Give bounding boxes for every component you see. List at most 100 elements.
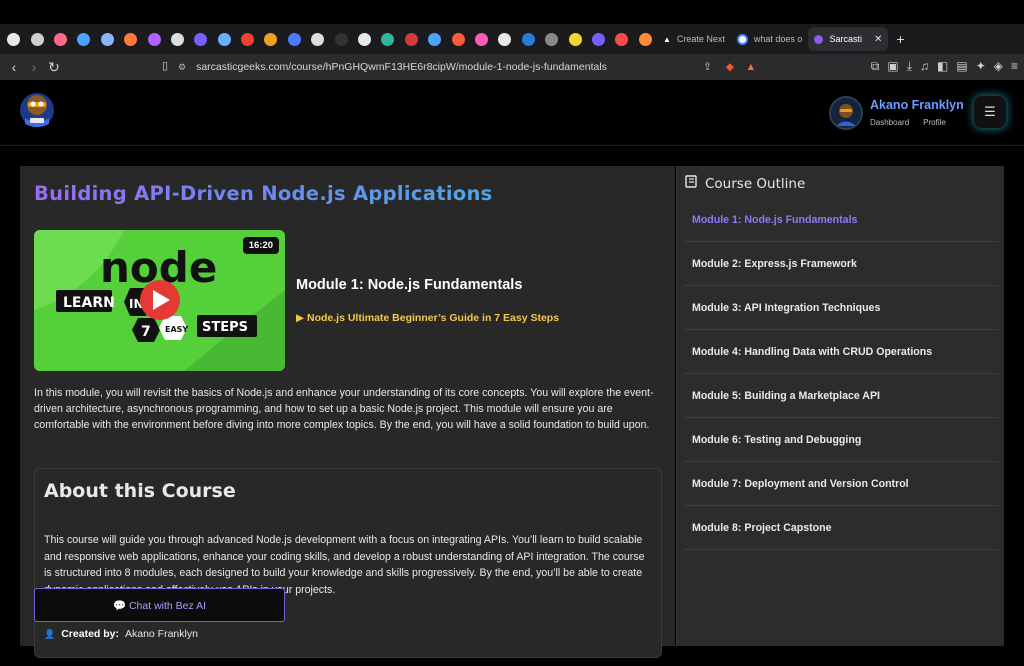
thumb-learn: LEARN (63, 295, 115, 311)
pinned-tab[interactable] (540, 27, 563, 51)
pinned-tab[interactable] (2, 27, 25, 51)
pinned-tab[interactable] (259, 27, 282, 51)
course-title: Building API-Driven Node.js Applications (34, 182, 493, 205)
tab-sarcastic-geeks[interactable]: Sarcasti ✕ (808, 27, 889, 51)
video-thumbnail[interactable]: node LEARN IN 7 EASY STEPS 16:20 (34, 230, 285, 371)
vpn-icon[interactable]: ◈ (994, 59, 1003, 74)
menu-button[interactable]: ☰ (974, 96, 1006, 128)
pinned-tab[interactable] (610, 27, 633, 51)
tab-create-next[interactable]: ▲ Create Next (657, 27, 731, 51)
tab-favicon-icon (521, 32, 535, 46)
book-icon (685, 175, 698, 192)
pinned-tab[interactable] (72, 27, 95, 51)
tab-label: Create Next (676, 34, 725, 44)
pinned-tab[interactable] (119, 27, 142, 51)
address-bar[interactable]: ⚙ sarcasticgeeks.com/course/hPnGHQwmF13H… (178, 58, 768, 76)
tab-favicon-icon (287, 32, 301, 46)
pinned-tab[interactable] (166, 27, 189, 51)
tab-favicon-icon (311, 32, 325, 46)
pinned-tab[interactable] (96, 27, 119, 51)
rewards-icon[interactable]: ▲ (746, 61, 756, 73)
forward-icon[interactable]: › (24, 59, 44, 75)
tab-favicon-icon (77, 32, 91, 46)
pinned-tab[interactable] (517, 27, 540, 51)
tab-favicon-icon (217, 32, 231, 46)
ai-icon[interactable]: ✦ (976, 59, 986, 74)
pinned-tab[interactable] (236, 27, 259, 51)
google-icon (736, 33, 748, 45)
module-item-2[interactable]: Module 2: Express.js Framework (684, 242, 998, 286)
url-text: sarcasticgeeks.com/course/hPnGHQwmF13HE6… (196, 61, 607, 73)
pinned-tab[interactable] (213, 27, 236, 51)
created-by: 👤 Created by: Akano Franklyn (44, 628, 198, 640)
reload-icon[interactable]: ↻ (44, 59, 64, 76)
main-content: Building API-Driven Node.js Applications… (20, 166, 675, 658)
new-tab-button[interactable]: + (896, 31, 904, 47)
pinned-tab[interactable] (587, 27, 610, 51)
pinned-tab[interactable] (353, 27, 376, 51)
tab-favicon-icon (30, 32, 44, 46)
download-icon[interactable]: ⤓ (907, 59, 912, 74)
dashboard-link[interactable]: Dashboard (870, 118, 909, 127)
tab-favicon-icon (7, 32, 21, 46)
tab-favicon-icon (147, 32, 161, 46)
user-name[interactable]: Akano Franklyn (870, 98, 964, 112)
module-item-6[interactable]: Module 6: Testing and Debugging (684, 418, 998, 462)
pinned-tab[interactable] (423, 27, 446, 51)
pinned-tab[interactable] (563, 27, 586, 51)
music-icon[interactable]: ♫ (920, 59, 929, 74)
pinned-tab[interactable] (470, 27, 493, 51)
course-outline: Course Outline Module 1: Node.js Fundame… (676, 166, 1004, 646)
pinned-tab[interactable] (493, 27, 516, 51)
site-logo[interactable] (16, 88, 58, 130)
site-settings-icon[interactable]: ⚙ (178, 62, 186, 73)
profile-link[interactable]: Profile (923, 118, 946, 127)
pinned-tab[interactable] (446, 27, 469, 51)
tab-favicon-icon (381, 32, 395, 46)
screenshot-icon[interactable]: ▣ (887, 59, 898, 74)
close-tab-icon[interactable]: ✕ (874, 34, 882, 45)
pinned-tab[interactable] (306, 27, 329, 51)
user-icon: 👤 (44, 628, 56, 639)
tab-favicon-icon (100, 32, 114, 46)
module-item-7[interactable]: Module 7: Deployment and Version Control (684, 462, 998, 506)
module-item-5[interactable]: Module 5: Building a Marketplace API (684, 374, 998, 418)
pinned-tab[interactable] (634, 27, 657, 51)
wallet-icon[interactable]: ▤ (956, 59, 967, 74)
sidebar-icon[interactable]: ◧ (937, 59, 948, 74)
module-item-3[interactable]: Module 3: API Integration Techniques (684, 286, 998, 330)
tab-favicon-icon (591, 32, 605, 46)
pinned-tab[interactable] (189, 27, 212, 51)
pinned-tabs (2, 27, 657, 51)
tab-favicon-icon (545, 32, 559, 46)
pinned-tab[interactable] (49, 27, 72, 51)
pinned-tab[interactable] (329, 27, 352, 51)
module-item-8[interactable]: Module 8: Project Capstone (684, 506, 998, 550)
pinned-tab[interactable] (400, 27, 423, 51)
toolbar-actions: ⧉ ▣ ⤓ ♫ ◧ ▤ ✦ ◈ ≡ (871, 59, 1018, 74)
outline-title-text: Course Outline (705, 175, 806, 192)
hamburger-icon: ☰ (984, 104, 996, 119)
share-icon[interactable]: ⇪ (703, 61, 712, 73)
pinned-tab[interactable] (25, 27, 48, 51)
video-link[interactable]: ▶ Node.js Ultimate Beginner’s Guide in 7… (296, 312, 559, 324)
pinned-tab[interactable] (376, 27, 399, 51)
tab-favicon-icon (615, 32, 629, 46)
tab-what-does[interactable]: what does o (731, 27, 809, 51)
extensions-icon[interactable]: ⧉ (871, 59, 880, 74)
chat-with-ai-button[interactable]: 💬 Chat with Bez AI (34, 588, 285, 622)
module-item-1[interactable]: Module 1: Node.js Fundamentals (684, 198, 998, 242)
site-header: Akano Franklyn Dashboard Profile ☰ (0, 80, 1024, 146)
module-item-4[interactable]: Module 4: Handling Data with CRUD Operat… (684, 330, 998, 374)
brave-shield-icon[interactable]: ◆ (726, 61, 734, 73)
bookmark-icon[interactable]: ▯ (155, 59, 175, 72)
avatar[interactable] (829, 96, 863, 130)
video-duration: 16:20 (242, 237, 279, 254)
browser-menu-icon[interactable]: ≡ (1011, 59, 1018, 74)
tab-favicon-icon (475, 32, 488, 46)
back-icon[interactable]: ‹ (4, 59, 24, 75)
pinned-tab[interactable] (142, 27, 165, 51)
pinned-tab[interactable] (283, 27, 306, 51)
user-links: Dashboard Profile (870, 118, 946, 127)
about-title: About this Course (44, 480, 236, 502)
